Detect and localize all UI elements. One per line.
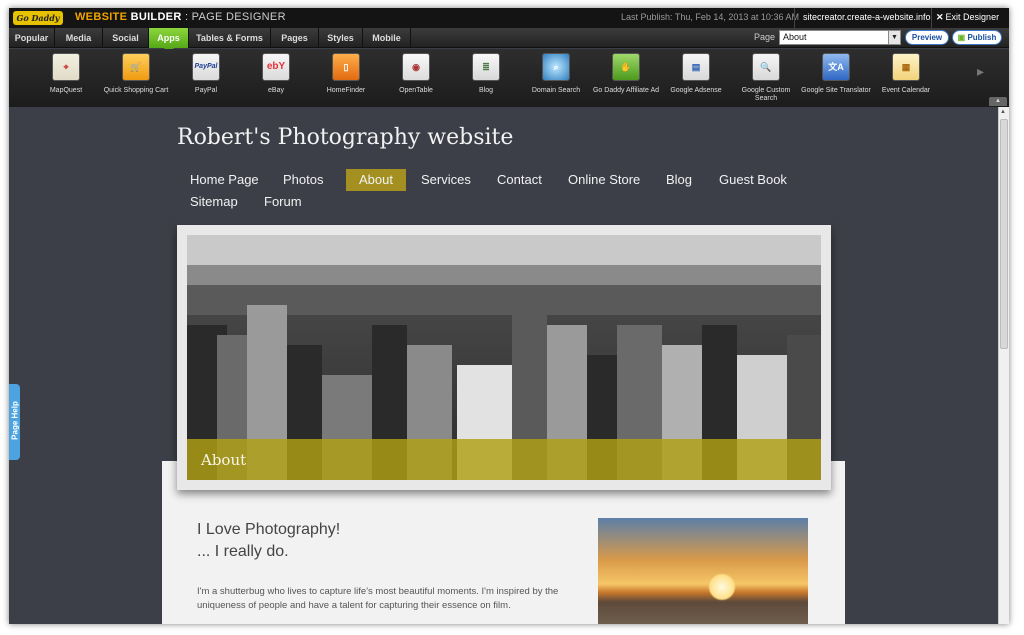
app-title: WEBSITE BUILDER : PAGE DESIGNER xyxy=(75,11,286,23)
map-icon: ⌖ xyxy=(52,53,80,81)
app-paypal[interactable]: PayPal PayPal xyxy=(171,49,241,107)
banner-caption: About xyxy=(201,451,247,469)
nav-item-sitemap[interactable]: Sitemap xyxy=(177,191,251,213)
nav-item-home[interactable]: Home Page xyxy=(177,169,272,191)
tab-pages[interactable]: Pages xyxy=(271,28,319,48)
translate-icon: 文A xyxy=(822,53,850,81)
app-homefinder[interactable]: ▯ HomeFinder xyxy=(311,49,381,107)
app-mapquest[interactable]: ⌖ MapQuest xyxy=(31,49,101,107)
app-godaddy-affiliate-ad[interactable]: ✋ Go Daddy Affiliate Ad xyxy=(591,49,661,107)
app-label: Google Custom Search xyxy=(741,87,791,102)
blog-icon: ≣ xyxy=(472,53,500,81)
app-label: Quick Shopping Cart xyxy=(103,87,169,94)
collapse-palette-button[interactable]: ▲ xyxy=(989,97,1007,106)
category-tab-bar: Popular Media Social Apps Tables & Forms… xyxy=(9,28,1009,54)
tab-media[interactable]: Media xyxy=(55,28,103,48)
site-title[interactable]: Robert's Photography website xyxy=(177,125,513,150)
paypal-icon: PayPal xyxy=(192,53,220,81)
app-label: eBay xyxy=(268,87,284,94)
nav-item-guest-book[interactable]: Guest Book xyxy=(706,169,800,191)
app-label: Domain Search xyxy=(531,87,581,94)
exit-designer-button[interactable]: ✕ Exit Designer xyxy=(931,8,1009,28)
brand-primary: WEBSITE xyxy=(75,11,128,23)
app-label: OpenTable xyxy=(399,87,433,94)
page-heading[interactable]: I Love Photography! ... I really do. xyxy=(197,519,340,563)
globe-search-icon: ⌕ xyxy=(542,53,570,81)
nav-item-services[interactable]: Services xyxy=(408,169,484,191)
app-ebay[interactable]: ebY eBay xyxy=(241,49,311,107)
tab-styles[interactable]: Styles xyxy=(319,28,363,48)
last-publish-text: Last Publish: Thu, Feb 14, 2013 at 10:36… xyxy=(621,12,799,22)
tab-apps[interactable]: Apps xyxy=(149,28,189,54)
sunset-photo[interactable] xyxy=(598,518,808,624)
heading-line-2: ... I really do. xyxy=(197,543,289,560)
banner-frame[interactable]: About xyxy=(177,225,831,490)
exit-designer-label: Exit Designer xyxy=(945,12,1000,22)
app-label: Go Daddy Affiliate Ad xyxy=(592,87,660,94)
app-label: PayPal xyxy=(194,87,218,94)
magnifier-icon: 🔍 xyxy=(752,53,780,81)
nav-item-contact[interactable]: Contact xyxy=(484,169,555,191)
ebay-icon: ebY xyxy=(262,53,290,81)
close-icon: ✕ xyxy=(936,12,944,22)
site-url-link[interactable]: sitecreator.create-a-website.info xyxy=(794,8,939,28)
designer-window: Go Daddy WEBSITE BUILDER : PAGE DESIGNER… xyxy=(9,8,1009,624)
tab-social[interactable]: Social xyxy=(103,28,149,48)
vertical-scrollbar[interactable]: ▲ xyxy=(998,107,1009,624)
nav-item-online-store[interactable]: Online Store xyxy=(555,169,653,191)
preview-button[interactable]: Preview xyxy=(905,30,949,45)
page-select-value: About xyxy=(783,32,807,42)
app-blog[interactable]: ≣ Blog xyxy=(451,49,521,107)
banner-caption-strip: About xyxy=(187,439,821,480)
app-opentable[interactable]: ◉ OpenTable xyxy=(381,49,451,107)
nav-item-about[interactable]: About xyxy=(346,169,406,191)
sun-graphic xyxy=(708,573,736,601)
app-google-adsense[interactable]: ▤ Google Adsense xyxy=(661,49,731,107)
chevron-down-icon[interactable]: ▼ xyxy=(888,31,900,44)
brand-section: : PAGE DESIGNER xyxy=(184,11,286,23)
scroll-thumb[interactable] xyxy=(1000,119,1008,349)
publish-label: Publish xyxy=(967,33,997,42)
heading-line-1: I Love Photography! xyxy=(197,521,341,538)
publish-icon: ▣ xyxy=(957,33,966,42)
top-bar: Go Daddy WEBSITE BUILDER : PAGE DESIGNER… xyxy=(9,8,1009,28)
page-help-label: Page Help xyxy=(10,401,20,440)
tab-popular[interactable]: Popular xyxy=(9,28,55,48)
nav-item-forum[interactable]: Forum xyxy=(251,191,315,213)
plate-icon: ◉ xyxy=(402,53,430,81)
adsense-icon: ▤ xyxy=(682,53,710,81)
app-label: Event Calendar xyxy=(881,87,931,94)
app-label: Blog xyxy=(478,87,493,94)
godaddy-logo[interactable]: Go Daddy xyxy=(13,11,63,25)
publish-button[interactable]: ▣ Publish xyxy=(952,30,1002,45)
scroll-up-icon[interactable]: ▲ xyxy=(1000,109,1006,115)
app-google-custom-search[interactable]: 🔍 Google Custom Search xyxy=(731,49,801,107)
calendar-icon: ▦ xyxy=(892,53,920,81)
app-event-calendar[interactable]: ▦ Event Calendar xyxy=(871,49,941,107)
cart-icon: 🛒 xyxy=(122,53,150,81)
tab-mobile[interactable]: Mobile xyxy=(363,28,411,48)
tab-tables-forms[interactable]: Tables & Forms xyxy=(189,28,271,48)
chevron-right-icon[interactable]: ▸ xyxy=(977,63,984,80)
intro-paragraph[interactable]: I'm a shutterbug who lives to capture li… xyxy=(197,585,587,613)
app-label: Google Adsense xyxy=(670,87,722,94)
nav-item-photos[interactable]: Photos xyxy=(270,169,336,191)
apps-palette: ⌖ MapQuest 🛒 Quick Shopping Cart PayPal … xyxy=(9,49,1009,107)
handshake-icon: ✋ xyxy=(612,53,640,81)
app-quick-shopping-cart[interactable]: 🛒 Quick Shopping Cart xyxy=(101,49,171,107)
app-google-site-translator[interactable]: 文A Google Site Translator xyxy=(801,49,871,107)
city-banner-image: About xyxy=(187,235,821,480)
page-canvas: Page Help Robert's Photography website H… xyxy=(9,107,998,624)
app-label: Google Site Translator xyxy=(801,87,871,94)
brand-secondary: BUILDER xyxy=(130,11,182,23)
door-icon: ▯ xyxy=(332,53,360,81)
app-label: MapQuest xyxy=(49,87,83,94)
page-select-label: Page xyxy=(754,32,776,42)
app-label: HomeFinder xyxy=(326,87,366,94)
page-select[interactable]: About ▼ xyxy=(779,30,901,45)
nav-item-blog[interactable]: Blog xyxy=(653,169,705,191)
page-help-tab[interactable]: Page Help xyxy=(9,384,20,460)
app-domain-search[interactable]: ⌕ Domain Search xyxy=(521,49,591,107)
